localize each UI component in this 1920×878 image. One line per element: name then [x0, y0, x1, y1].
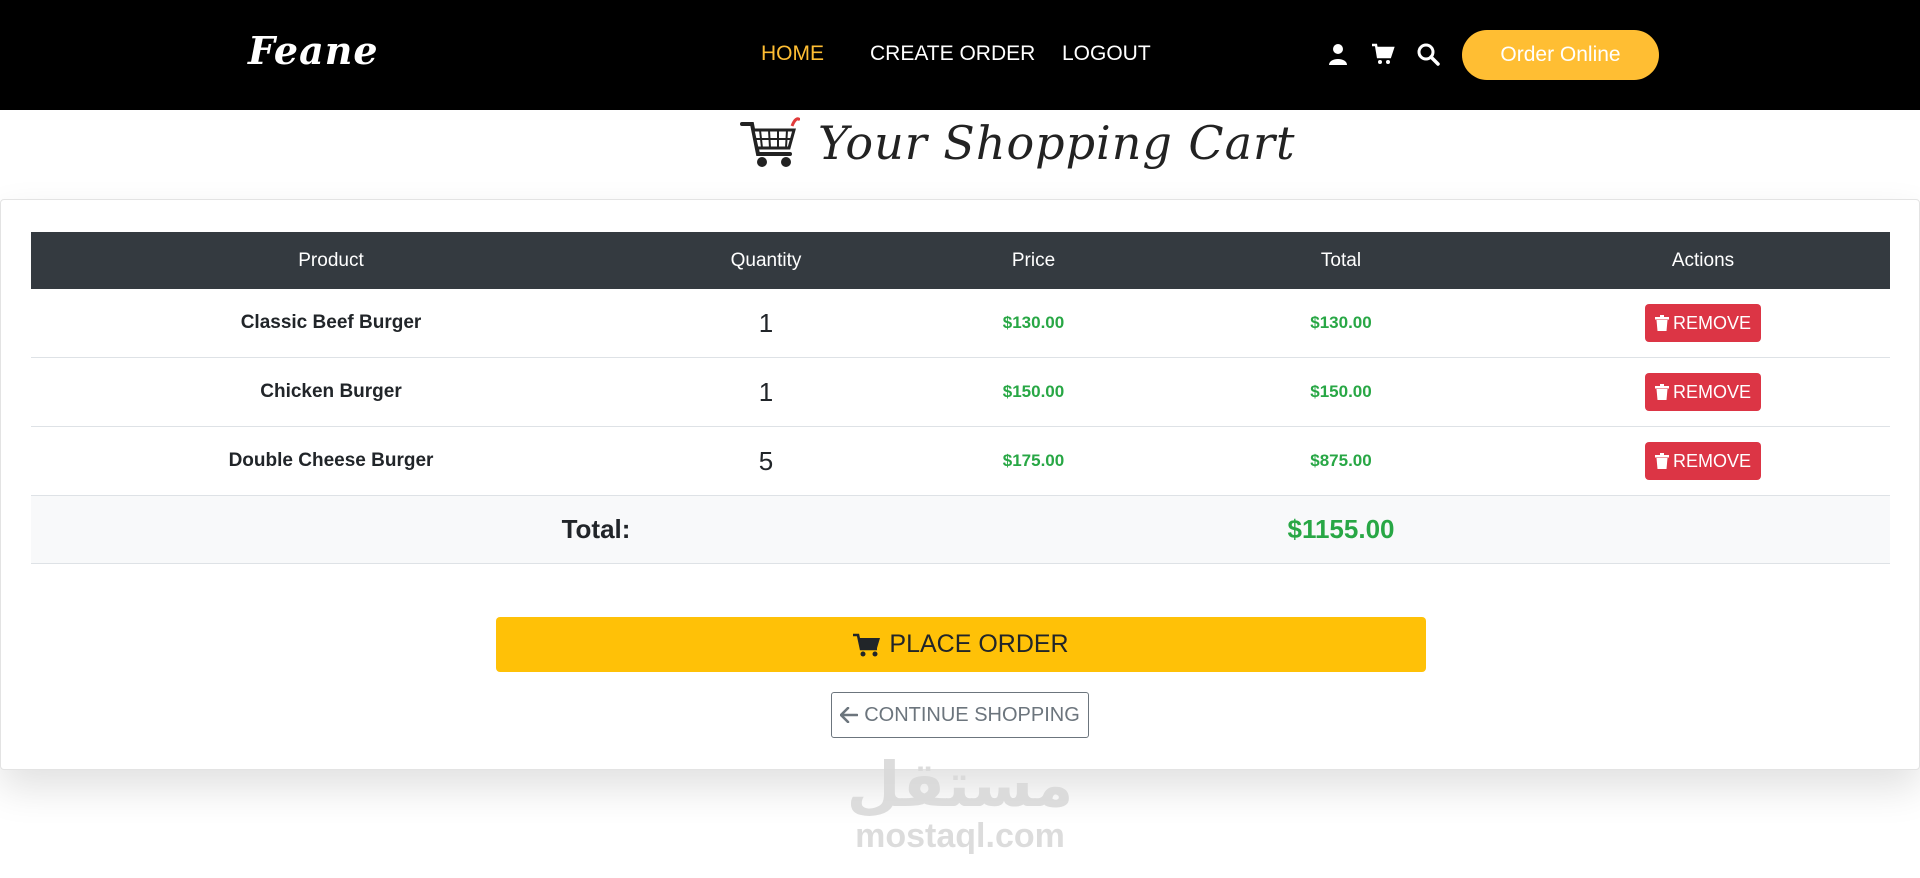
column-header-total: Total — [1166, 232, 1516, 289]
product-total: $875.00 — [1310, 451, 1372, 470]
product-price: $175.00 — [1002, 451, 1065, 470]
continue-shopping-label: CONTINUE SHOPPING — [864, 703, 1080, 726]
product-quantity: 1 — [758, 376, 774, 407]
product-total: $130.00 — [1310, 313, 1372, 332]
product-name: Chicken Burger — [260, 381, 402, 402]
page-title: Your Shopping Cart — [818, 116, 1296, 170]
place-order-label: PLACE ORDER — [889, 630, 1069, 658]
grand-total: $1155.00 — [1287, 514, 1395, 544]
watermark: مستقل mostaql.com — [840, 752, 1080, 862]
table-row: Double Cheese Burger 5 $175.00 $875.00 R… — [31, 426, 1890, 496]
remove-button[interactable]: REMOVE — [1644, 373, 1761, 411]
table-row: Classic Beef Burger 1 $130.00 $130.00 RE… — [31, 289, 1890, 358]
remove-button-label: REMOVE — [1672, 312, 1751, 333]
cart-icon — [853, 633, 881, 656]
column-header-actions: Actions — [1516, 232, 1890, 289]
total-row: Total: $1155.00 — [31, 495, 1890, 564]
cart-table: Product Quantity Price Total Actions Cla… — [31, 232, 1890, 564]
remove-button[interactable]: REMOVE — [1644, 442, 1761, 480]
continue-shopping-button[interactable]: CONTINUE SHOPPING — [831, 692, 1089, 738]
search-icon[interactable] — [1416, 42, 1440, 66]
top-navbar: Feane HOME CREATE ORDER LOGOUT Order Onl… — [0, 0, 1920, 110]
arrow-left-icon — [840, 707, 859, 723]
trash-icon — [1654, 315, 1669, 331]
trash-icon — [1654, 384, 1669, 400]
cart-icon[interactable] — [1371, 42, 1395, 66]
nav-create-order-link[interactable]: CREATE ORDER — [870, 42, 1035, 66]
user-icon[interactable] — [1326, 42, 1350, 66]
product-price: $150.00 — [1002, 382, 1065, 401]
place-order-button[interactable]: PLACE ORDER — [496, 617, 1426, 672]
total-label: Total: — [31, 495, 1166, 564]
remove-button-label: REMOVE — [1672, 450, 1751, 471]
column-header-price: Price — [901, 232, 1166, 289]
trash-icon — [1654, 453, 1669, 469]
watermark-latin: mostaql.com — [855, 817, 1065, 855]
brand-logo[interactable]: Feane — [248, 28, 379, 73]
nav-logout-link[interactable]: LOGOUT — [1062, 42, 1151, 66]
shopping-cart-icon — [740, 117, 800, 167]
cart-card: Product Quantity Price Total Actions Cla… — [0, 199, 1920, 770]
product-price: $130.00 — [1002, 313, 1065, 332]
page-heading: Your Shopping Cart — [740, 108, 1296, 178]
product-quantity: 5 — [758, 445, 774, 476]
remove-button[interactable]: REMOVE — [1644, 304, 1761, 342]
product-name: Double Cheese Burger — [228, 450, 434, 471]
table-header-row: Product Quantity Price Total Actions — [31, 232, 1890, 289]
column-header-quantity: Quantity — [631, 232, 901, 289]
product-total: $150.00 — [1310, 382, 1372, 401]
order-online-button[interactable]: Order Online — [1462, 30, 1659, 80]
product-quantity: 1 — [758, 307, 774, 338]
column-header-product: Product — [31, 232, 631, 289]
table-row: Chicken Burger 1 $150.00 $150.00 REMOVE — [31, 357, 1890, 427]
nav-home-link[interactable]: HOME — [761, 42, 824, 66]
remove-button-label: REMOVE — [1672, 381, 1751, 402]
product-name: Classic Beef Burger — [240, 312, 422, 333]
watermark-arabic: مستقل — [846, 748, 1074, 821]
